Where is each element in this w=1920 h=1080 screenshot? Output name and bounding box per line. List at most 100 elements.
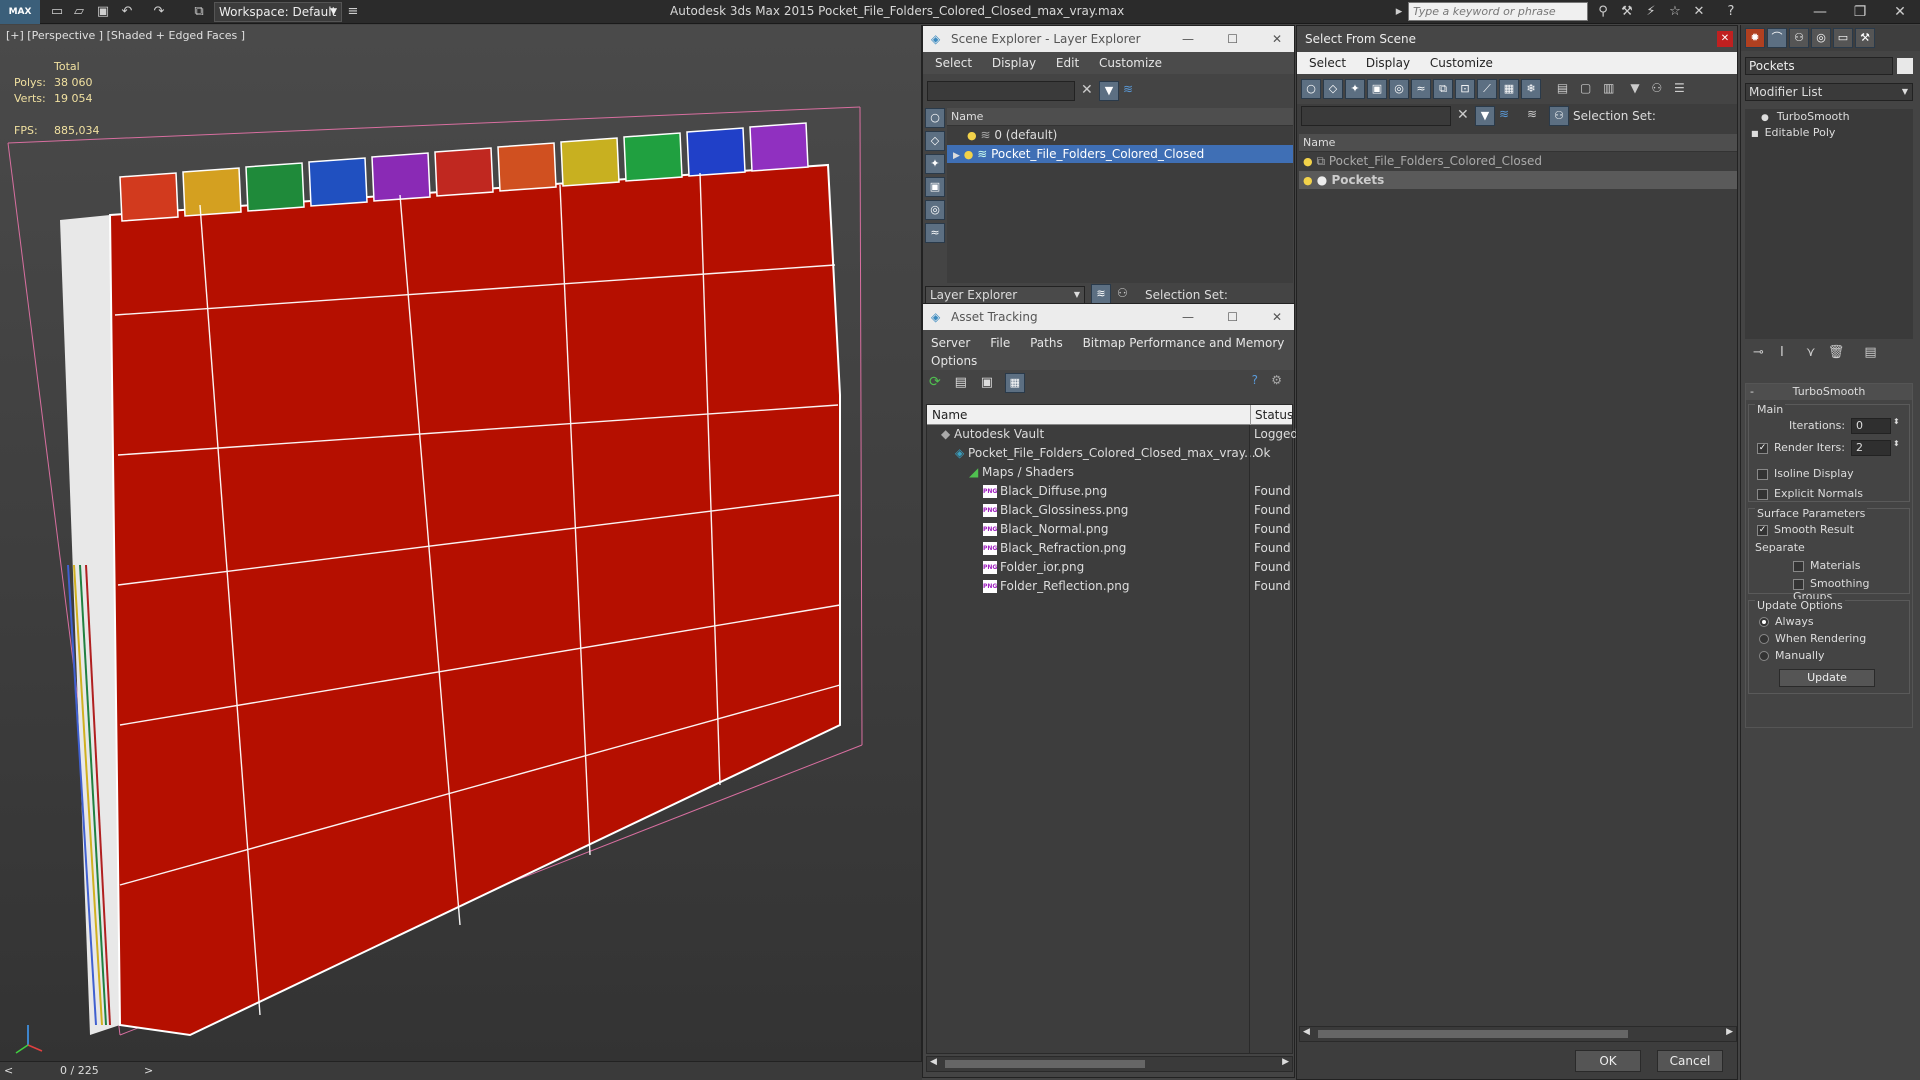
display-none-icon[interactable]: ▢ <box>1580 81 1591 95</box>
undo-icon[interactable]: ↶ <box>118 3 136 21</box>
scroll-thumb[interactable] <box>1318 1030 1628 1038</box>
create-tab-icon[interactable]: ✹ <box>1745 28 1765 48</box>
asset-row-empty[interactable] <box>927 672 1292 691</box>
display-helpers-icon[interactable]: ◎ <box>925 200 945 220</box>
window-close-icon[interactable]: ✕ <box>1880 0 1920 24</box>
list-view-icon[interactable]: ▤ <box>955 375 967 390</box>
rollout-header[interactable]: - TurboSmooth <box>1746 384 1912 400</box>
filter-spacewarps-icon[interactable]: ≈ <box>1411 79 1431 99</box>
menu-customize[interactable]: Customize <box>1422 52 1501 74</box>
menu-bitmap-performance[interactable]: Bitmap Performance and Memory <box>1075 332 1293 354</box>
materials-checkbox[interactable]: Materials <box>1793 559 1860 572</box>
spinner-arrows-icon[interactable]: ⬍ <box>1893 439 1900 448</box>
help-icon[interactable]: ? <box>1252 373 1258 387</box>
menu-file[interactable]: File <box>982 332 1018 354</box>
new-file-icon[interactable]: ▭ <box>48 3 66 21</box>
filter-geometry-icon[interactable]: ○ <box>1301 79 1321 99</box>
modify-tab-icon[interactable]: ⌒ <box>1767 28 1787 48</box>
object-name-field[interactable]: Pockets <box>1745 57 1893 75</box>
restore-icon[interactable]: ❐ <box>1840 0 1880 24</box>
asset-tracking-titlebar[interactable]: ◈ Asset Tracking — ☐ ✕ <box>923 304 1294 330</box>
asset-row-empty[interactable] <box>927 976 1292 995</box>
stack-item-editable-poly[interactable]: ■ Editable Poly <box>1745 125 1913 141</box>
isoline-display-checkbox[interactable]: Isoline Display <box>1757 467 1854 480</box>
configure-sets-icon[interactable]: ▤ <box>1864 345 1876 360</box>
favorites-icon[interactable]: ☆ <box>1666 3 1684 21</box>
asset-row-empty[interactable] <box>927 710 1292 729</box>
asset-row[interactable]: PNG Black_Diffuse.png Found <box>927 482 1292 501</box>
project-folder-icon[interactable]: ⧉ <box>190 3 208 21</box>
asset-row-empty[interactable] <box>927 729 1292 748</box>
asset-row-empty[interactable] <box>927 900 1292 919</box>
layer-explorer-icon[interactable]: ≋ <box>1527 107 1537 121</box>
workspace-menu-icon[interactable]: ≡ <box>344 3 362 21</box>
asset-row-empty[interactable] <box>927 957 1292 976</box>
close-icon[interactable]: ✕ <box>1272 26 1282 52</box>
perspective-viewport[interactable]: [+] [Perspective ] [Shaded + Edged Faces… <box>0 25 922 1061</box>
filter-containers-icon[interactable]: ▦ <box>1499 79 1519 99</box>
maximize-icon[interactable]: ☐ <box>1227 26 1238 52</box>
display-invert-icon[interactable]: ▥ <box>1603 81 1614 95</box>
time-slider[interactable]: < 0 / 225 > <box>0 1061 922 1080</box>
collapse-icon[interactable]: ☰ <box>1674 81 1685 95</box>
display-all-icon[interactable]: ▤ <box>1557 81 1568 95</box>
close-icon[interactable]: ✕ <box>1717 31 1733 47</box>
object-color-swatch[interactable] <box>1897 58 1913 74</box>
filter-icon[interactable]: ▼ <box>1475 106 1495 126</box>
filter-cameras-icon[interactable]: ▣ <box>1367 79 1387 99</box>
menu-select[interactable]: Select <box>927 52 980 74</box>
ok-button[interactable]: OK <box>1575 1050 1641 1072</box>
hierarchy-mode-icon[interactable]: ⚇ <box>1549 106 1569 126</box>
col-status-header[interactable]: Status <box>1250 405 1293 425</box>
open-file-icon[interactable]: ▱ <box>70 3 88 21</box>
light-bulb-icon[interactable]: ● <box>964 148 974 161</box>
cancel-button[interactable]: Cancel <box>1657 1050 1723 1072</box>
layers-icon[interactable]: ≋ <box>1123 82 1133 96</box>
stack-item-turbosmooth[interactable]: ● TurboSmooth <box>1745 109 1913 125</box>
asset-row-empty[interactable] <box>927 767 1292 786</box>
asset-row-empty[interactable] <box>927 995 1292 1014</box>
update-when-rendering-radio[interactable]: When Rendering <box>1759 632 1866 645</box>
binoculars-icon[interactable]: ⚲ <box>1594 3 1612 21</box>
asset-row-empty[interactable] <box>927 824 1292 843</box>
menu-display[interactable]: Display <box>1358 52 1418 74</box>
sort-filter-icon[interactable]: ▼ <box>1630 81 1639 95</box>
layer-explorer-icon[interactable]: ≋ <box>1091 284 1111 304</box>
minimize-icon[interactable]: — <box>1182 26 1194 52</box>
light-bulb-icon[interactable]: ● <box>1303 155 1313 168</box>
light-bulb-icon[interactable]: ● <box>967 129 977 142</box>
asset-row-empty[interactable] <box>927 748 1292 767</box>
expand-icon[interactable]: ■ <box>1751 129 1759 138</box>
make-unique-icon[interactable]: ⋎ <box>1806 345 1816 360</box>
scene-explorer-find-field[interactable] <box>927 81 1075 101</box>
explicit-normals-checkbox[interactable]: Explicit Normals <box>1757 487 1863 500</box>
hierarchy-icon[interactable]: ⚇ <box>1651 81 1662 95</box>
asset-row-empty[interactable] <box>927 862 1292 881</box>
menu-display[interactable]: Display <box>984 52 1044 74</box>
menu-options[interactable]: Options <box>923 354 985 368</box>
search-input[interactable]: Type a keyword or phrase <box>1408 2 1588 21</box>
explorer-type-dropdown[interactable]: Layer Explorer ▼ <box>925 286 1085 304</box>
show-end-result-icon[interactable]: Ⅰ <box>1780 345 1784 360</box>
asset-row-empty[interactable] <box>927 786 1292 805</box>
render-iters-checkbox[interactable]: ✓ Render Iters: <box>1757 441 1845 454</box>
asset-horizontal-scrollbar[interactable]: ◀ ▶ <box>926 1056 1293 1072</box>
expand-arrow-icon[interactable]: ▶ <box>953 151 960 161</box>
viewport-label[interactable]: [+] [Perspective ] [Shaded + Edged Faces… <box>6 29 245 42</box>
scroll-left-icon[interactable]: ◀ <box>930 1057 937 1067</box>
asset-row-empty[interactable] <box>927 938 1292 957</box>
scroll-right-icon[interactable]: ▶ <box>1282 1057 1289 1067</box>
asset-row-empty[interactable] <box>927 596 1292 615</box>
utilities-tab-icon[interactable]: ⚒ <box>1855 28 1875 48</box>
motion-tab-icon[interactable]: ◎ <box>1811 28 1831 48</box>
column-name-header[interactable]: Name <box>947 108 1293 126</box>
filter-helpers-icon[interactable]: ◎ <box>1389 79 1409 99</box>
menu-select[interactable]: Select <box>1301 52 1354 74</box>
close-icon[interactable]: ✕ <box>1272 304 1282 330</box>
clear-search-icon[interactable]: ✕ <box>1081 82 1093 98</box>
column-name-header[interactable]: Name <box>1299 134 1737 152</box>
display-shapes-icon[interactable]: ◇ <box>925 131 945 151</box>
minimize-icon[interactable]: — <box>1800 0 1840 24</box>
asset-row[interactable]: PNG Black_Refraction.png Found <box>927 539 1292 558</box>
thumbnail-view-icon[interactable]: ▣ <box>981 375 993 390</box>
